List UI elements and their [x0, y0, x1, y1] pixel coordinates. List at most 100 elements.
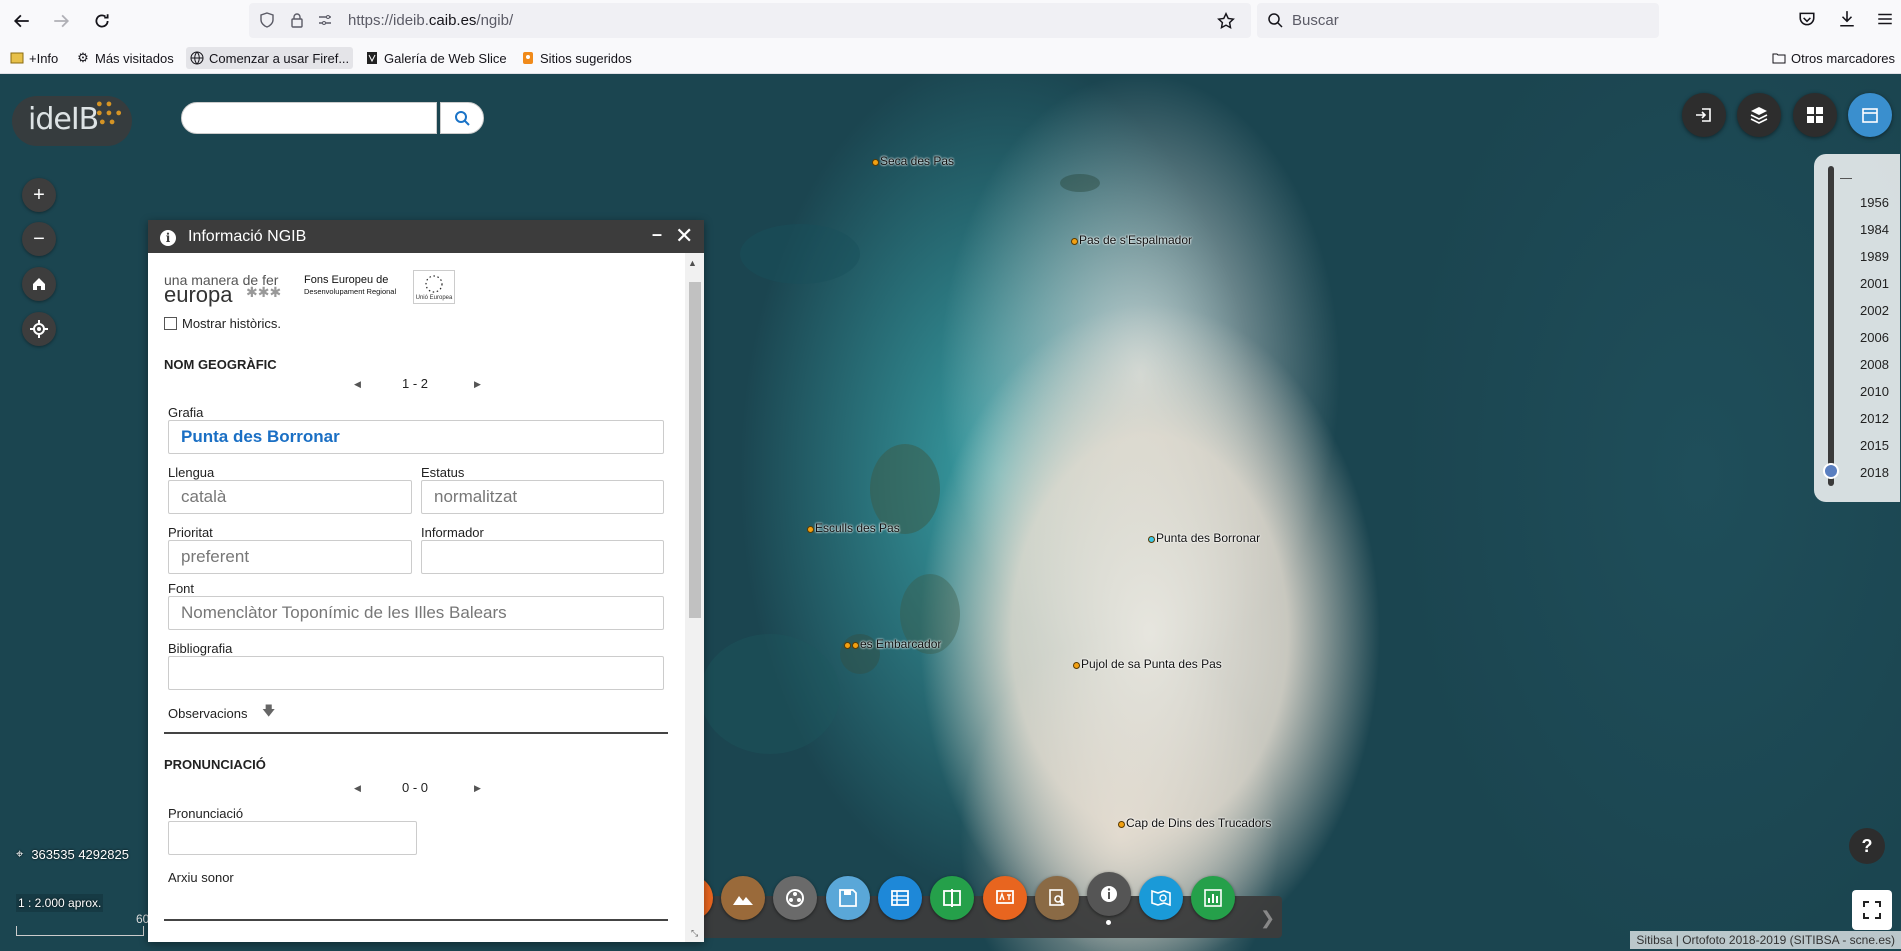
shield-icon[interactable]: [259, 12, 275, 33]
llengua-field[interactable]: català: [168, 480, 412, 514]
place-label[interactable]: Esculls des Pas: [807, 521, 900, 535]
timeline-year[interactable]: 2001: [1860, 276, 1889, 291]
layers-button[interactable]: [1737, 93, 1781, 137]
place-label[interactable]: Pujol de sa Punta des Pas: [1073, 657, 1222, 671]
prev-icon[interactable]: ◀: [354, 379, 361, 390]
timeline-year[interactable]: 2010: [1860, 384, 1889, 399]
informador-field[interactable]: [421, 540, 664, 574]
next-icon[interactable]: ▶: [474, 379, 481, 390]
minimize-icon[interactable]: –: [652, 224, 662, 245]
place-name: Seca des Pas: [880, 154, 955, 168]
bookmark-label: Sitios sugeridos: [540, 50, 632, 66]
calendar-button[interactable]: [1848, 93, 1892, 137]
save-tool[interactable]: [826, 876, 870, 920]
bookmark-label: Más visitados: [95, 50, 174, 66]
bookmark-web-slice[interactable]: Galería de Web Slice: [361, 47, 511, 69]
timeline-year[interactable]: 1984: [1860, 222, 1889, 237]
place-label[interactable]: Seca des Pas: [872, 154, 954, 168]
compare-tool[interactable]: [930, 876, 974, 920]
grid-button[interactable]: [1793, 93, 1837, 137]
eu-stars-icon: [425, 275, 443, 293]
translate-tool[interactable]: [983, 876, 1027, 920]
close-icon[interactable]: ✕: [675, 223, 693, 249]
prioritat-value: preferent: [181, 547, 250, 566]
place-label-selected[interactable]: Punta des Borronar: [1148, 531, 1260, 545]
resize-grip-icon[interactable]: ⤡: [691, 928, 698, 939]
zoom-out-button[interactable]: −: [22, 222, 56, 256]
reel-tool[interactable]: [773, 876, 817, 920]
font-value: Nomenclàtor Toponímic de les Illes Balea…: [181, 603, 507, 622]
map-view[interactable]: ideIB ● ● ● ● ● ● ● + − 1956 1984 1989 20…: [0, 74, 1901, 951]
table-tool[interactable]: [878, 876, 922, 920]
url-text[interactable]: https://ideib.caib.es/ngib/: [348, 12, 513, 29]
prioritat-field[interactable]: preferent: [168, 540, 412, 574]
timeline-year[interactable]: 2012: [1860, 411, 1889, 426]
pocket-icon[interactable]: [1798, 10, 1816, 33]
forward-icon[interactable]: [47, 7, 75, 35]
timeline-year-selected[interactable]: 2018: [1860, 465, 1889, 480]
ideib-logo[interactable]: ideIB ● ● ● ● ● ● ●: [12, 96, 132, 146]
search-doc-tool[interactable]: [1035, 876, 1079, 920]
search-icon: [455, 111, 470, 126]
timeline-year[interactable]: 2002: [1860, 303, 1889, 318]
font-label: Font: [168, 581, 195, 596]
bookmark-suggested[interactable]: Sitios sugeridos: [517, 47, 636, 69]
permissions-icon[interactable]: [317, 12, 333, 33]
pronunciacio-field[interactable]: [168, 821, 417, 855]
url-host: caib.es: [428, 12, 477, 29]
prev-icon[interactable]: ◀: [354, 783, 361, 794]
year-timeline[interactable]: 1956 1984 1989 2001 2002 2006 2008 2010 …: [1814, 154, 1900, 502]
search-document-icon: [1049, 889, 1065, 906]
map-search-input[interactable]: [181, 102, 437, 134]
place-label[interactable]: es Embarcador: [844, 637, 941, 651]
info-panel-header[interactable]: i Informació NGIB – ✕: [148, 220, 704, 253]
timeline-year[interactable]: 1956: [1860, 195, 1889, 210]
timeline-year[interactable]: 1989: [1860, 249, 1889, 264]
terrain-tool[interactable]: [721, 876, 765, 920]
bookmark-info[interactable]: +Info: [6, 47, 62, 69]
tools-next-icon[interactable]: ❯: [1260, 908, 1275, 929]
timeline-year[interactable]: 2015: [1860, 438, 1889, 453]
locate-button[interactable]: [22, 312, 56, 346]
pager-count: 0 - 0: [402, 780, 429, 795]
download-icon[interactable]: [1838, 10, 1856, 33]
menu-icon[interactable]: [1876, 10, 1894, 33]
map-search-button[interactable]: [440, 102, 484, 134]
fullscreen-button[interactable]: [1852, 890, 1892, 930]
grafia-field[interactable]: Punta des Borronar: [168, 420, 664, 454]
home-button[interactable]: [22, 267, 56, 301]
map-report-tool[interactable]: [1139, 876, 1183, 920]
arrow-down-icon[interactable]: 🡇: [262, 702, 275, 724]
help-button[interactable]: ?: [1849, 828, 1885, 864]
observacions-label[interactable]: Observacions: [168, 706, 247, 721]
terrain-icon: [733, 896, 753, 905]
place-label[interactable]: Cap de Dins des Trucadors: [1118, 816, 1271, 830]
timeline-year[interactable]: 2008: [1860, 357, 1889, 372]
bookmark-most-visited[interactable]: ⚙ Más visitados: [72, 47, 178, 69]
bookmark-other[interactable]: Otros marcadores: [1768, 47, 1899, 69]
timeline-knob[interactable]: [1822, 462, 1840, 480]
scroll-up-icon[interactable]: ▲: [688, 258, 697, 268]
reload-icon[interactable]: [88, 7, 116, 35]
checkbox-box[interactable]: [164, 317, 177, 330]
url-bar[interactable]: https://ideib.caib.es/ngib/: [249, 3, 1251, 38]
historic-checkbox[interactable]: Mostrar històrics.: [164, 316, 281, 331]
bookmark-star-icon[interactable]: [1217, 11, 1235, 35]
lock-icon[interactable]: [289, 12, 305, 33]
info-tool[interactable]: [1087, 872, 1131, 916]
estatus-field[interactable]: normalitzat: [421, 480, 664, 514]
search-bar[interactable]: Buscar: [1257, 3, 1659, 38]
place-label[interactable]: Pas de s'Espalmador: [1071, 233, 1192, 247]
login-button[interactable]: [1682, 93, 1726, 137]
bookmark-getting-started[interactable]: Comenzar a usar Firef...: [186, 47, 354, 69]
place-pin-icon: [844, 642, 851, 649]
panel-scroll-thumb[interactable]: [689, 282, 701, 618]
chart-tool[interactable]: [1191, 876, 1235, 920]
timeline-year[interactable]: 2006: [1860, 330, 1889, 345]
llengua-value: català: [181, 487, 227, 506]
next-icon[interactable]: ▶: [474, 783, 481, 794]
back-icon[interactable]: [8, 7, 36, 35]
zoom-in-button[interactable]: +: [22, 178, 56, 212]
bibliografia-field[interactable]: [168, 656, 664, 690]
font-field[interactable]: Nomenclàtor Toponímic de les Illes Balea…: [168, 596, 664, 630]
